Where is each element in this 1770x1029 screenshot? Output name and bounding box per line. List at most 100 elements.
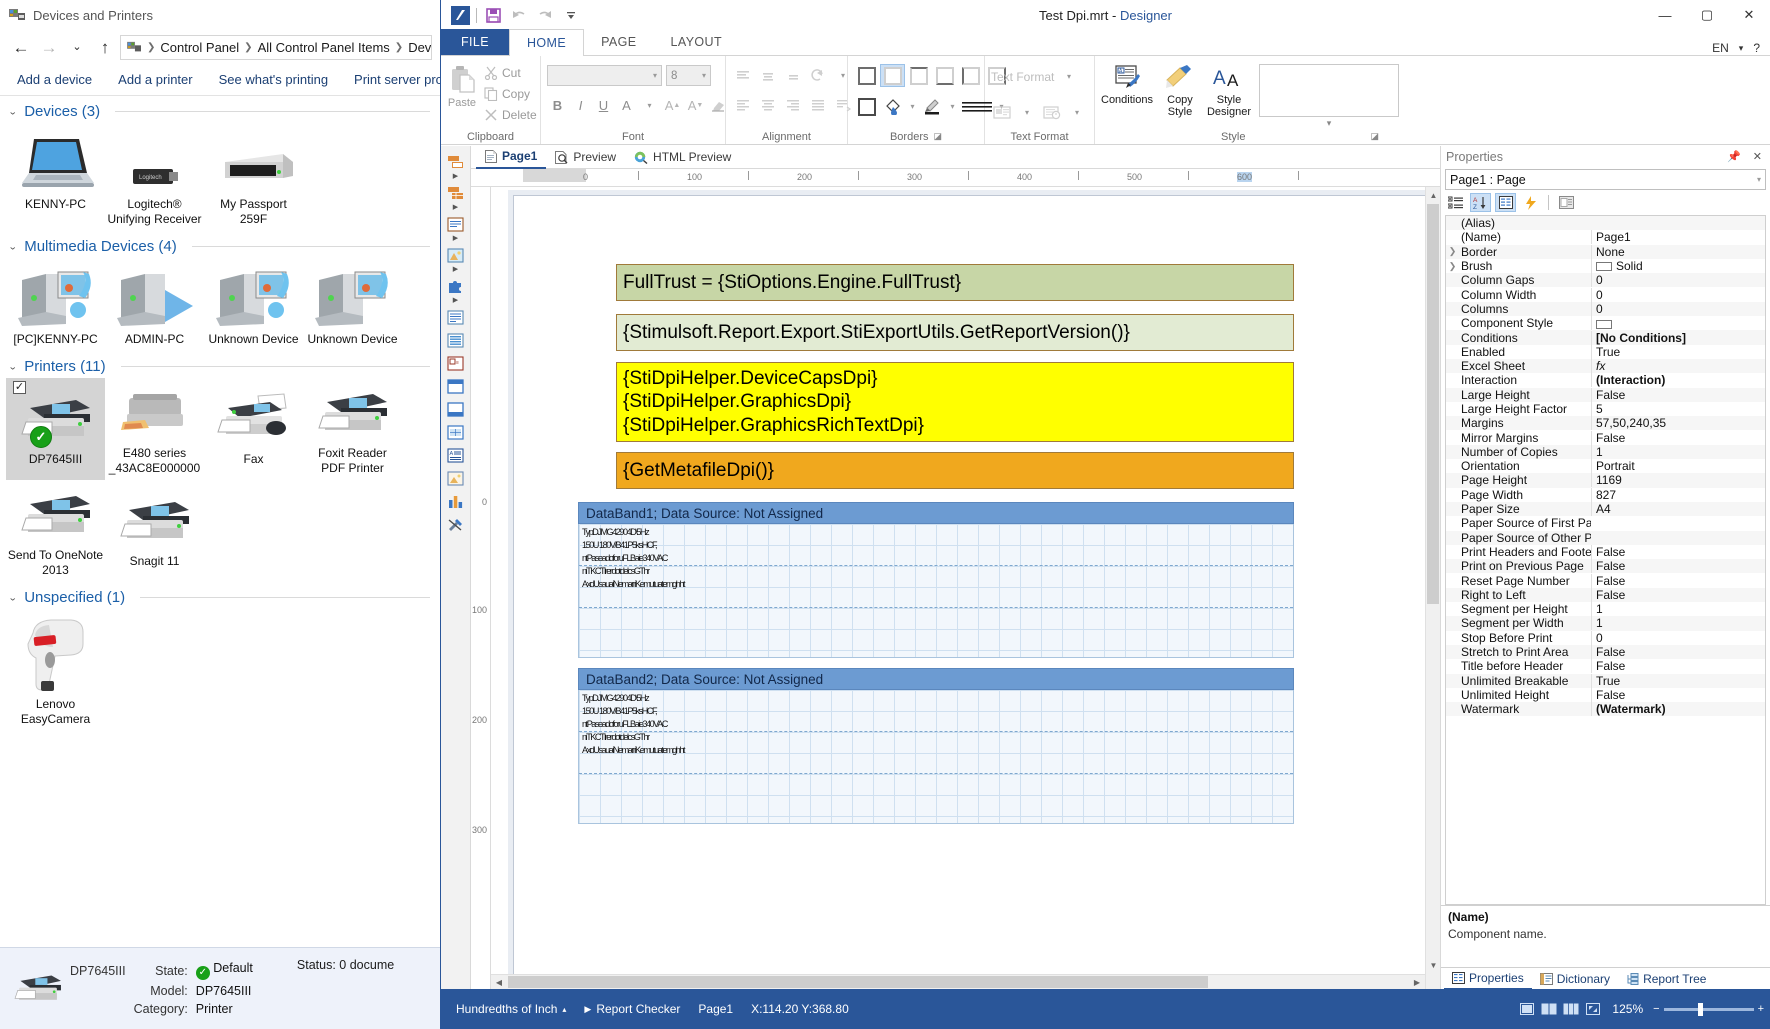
report-text-getmetafiledpi[interactable]: {GetMetafileDpi()} — [616, 452, 1294, 489]
expand-icon[interactable]: ❯ — [1446, 261, 1459, 272]
border-preset-left[interactable] — [958, 64, 983, 87]
report-text-fulltrust[interactable]: FullTrust = {StiOptions.Engine.FullTrust… — [616, 264, 1294, 301]
scroll-right-arrow[interactable]: ▶ — [1409, 975, 1425, 989]
tab-layout[interactable]: LAYOUT — [654, 29, 740, 55]
property-value[interactable]: (Interaction) — [1591, 373, 1765, 388]
tab-dictionary[interactable]: Dictionary — [1532, 968, 1618, 990]
copy-style-button[interactable]: Copy Style — [1161, 61, 1199, 118]
property-row[interactable]: Paper Source of Other Pag — [1446, 530, 1765, 545]
report-page-sheet[interactable]: FullTrust = {StiOptions.Engine.FullTrust… — [513, 195, 1428, 989]
tab-page1[interactable]: Page1 — [476, 146, 547, 169]
maximize-button[interactable]: ▢ — [1686, 0, 1728, 30]
property-row[interactable]: Interaction (Interaction) — [1446, 373, 1765, 388]
databand2-body[interactable]: TypDJMG42904D\5Hz 150U 180V/B41P5ksHCF, … — [578, 690, 1294, 824]
property-value[interactable]: False — [1591, 544, 1765, 559]
property-row[interactable]: Page Height 1169 — [1446, 473, 1765, 488]
border-preset-all[interactable] — [854, 64, 879, 87]
property-row[interactable]: Unlimited Breakable True — [1446, 673, 1765, 688]
align-top-button[interactable] — [732, 65, 754, 86]
image-component-tool-icon[interactable] — [444, 244, 468, 266]
property-value[interactable]: 827 — [1591, 487, 1765, 502]
report-text-dpihelper[interactable]: {StiDpiHelper.DeviceCapsDpi} {StiDpiHelp… — [616, 362, 1294, 442]
zoom-slider[interactable] — [1663, 1002, 1754, 1016]
property-row[interactable]: Orientation Portrait — [1446, 459, 1765, 474]
property-row[interactable]: (Alias) — [1446, 216, 1765, 231]
border-preset-none[interactable] — [880, 64, 905, 87]
device-tile-my-passport[interactable]: My Passport 259F — [204, 123, 303, 231]
property-row[interactable]: Page Width 827 — [1446, 487, 1765, 502]
property-value[interactable]: None — [1591, 244, 1765, 259]
font-name-combo[interactable]: ▾ — [547, 65, 662, 86]
scroll-thumb[interactable] — [1427, 204, 1439, 604]
tab-properties[interactable]: Properties — [1444, 968, 1532, 990]
printer-tile-foxit[interactable]: Foxit Reader PDF Printer — [303, 378, 402, 480]
border-color-dropdown[interactable]: ▾ — [946, 95, 959, 118]
property-row[interactable]: Column Width 0 — [1446, 287, 1765, 302]
scroll-thumb[interactable] — [508, 976, 1208, 988]
view-normal-icon[interactable] — [1518, 1001, 1536, 1017]
copy-button[interactable]: Copy — [481, 83, 540, 104]
device-tile-unknown-1[interactable]: Unknown Device — [204, 258, 303, 351]
up-button[interactable]: ↑ — [92, 34, 118, 60]
table-tool-icon[interactable] — [444, 421, 468, 443]
property-value[interactable]: True — [1591, 344, 1765, 359]
printer-tile-snagit[interactable]: Snagit 11 — [105, 480, 204, 582]
printer-tile-fax[interactable]: Fax — [204, 378, 303, 480]
scroll-up-arrow[interactable]: ▲ — [1426, 187, 1440, 203]
databand2-header[interactable]: DataBand2; Data Source: Not Assigned — [578, 668, 1294, 690]
expand-icon[interactable]: ❯ — [1446, 246, 1459, 257]
alphabetical-icon[interactable]: A Z — [1470, 193, 1491, 212]
tab-page[interactable]: PAGE — [584, 29, 653, 55]
scroll-left-arrow[interactable]: ◀ — [491, 975, 507, 989]
zoom-out-button[interactable]: − — [1653, 1003, 1659, 1015]
property-row[interactable]: Stretch to Print Area False — [1446, 644, 1765, 660]
chevron-down-icon[interactable]: ⌄ — [8, 241, 17, 252]
border-preset-outline[interactable] — [854, 95, 879, 118]
device-tile-unknown-2[interactable]: Unknown Device — [303, 258, 402, 351]
dialog-launcher-icon[interactable]: ◪ — [1370, 131, 1379, 142]
property-value[interactable]: 1 — [1591, 444, 1765, 459]
forward-button[interactable]: → — [36, 34, 62, 60]
align-bottom-button[interactable] — [782, 65, 804, 86]
cut-button[interactable]: Cut — [481, 62, 540, 83]
rtf-tool-icon[interactable]: A — [444, 444, 468, 466]
property-value[interactable]: 1169 — [1591, 473, 1765, 488]
delete-button[interactable]: Delete — [481, 104, 540, 125]
property-row[interactable]: Margins 57,50,240,35 — [1446, 416, 1765, 431]
plugins-expand-icon[interactable]: ▶ — [453, 297, 458, 305]
fill-color-dropdown[interactable]: ▾ — [906, 95, 919, 118]
cross-bands-expand-icon[interactable]: ▶ — [453, 204, 458, 212]
printer-tile-dp7645iii[interactable]: ✓ ✓ DP7645III — [6, 378, 105, 480]
panel-tool-icon[interactable] — [444, 375, 468, 397]
property-row[interactable]: Segment per Height 1 — [1446, 602, 1765, 617]
tab-preview[interactable]: Preview — [546, 146, 625, 169]
tab-report-tree[interactable]: Report Tree — [1618, 968, 1714, 990]
subreport-tool-icon[interactable] — [444, 329, 468, 351]
property-value[interactable]: fx — [1591, 359, 1765, 374]
property-row[interactable]: Watermark (Watermark) — [1446, 702, 1765, 717]
group-header-devices[interactable]: ⌄ Devices (3) — [0, 96, 440, 123]
property-row[interactable]: Reset Page Number False — [1446, 573, 1765, 588]
units-dropdown-icon[interactable]: ▴ — [562, 1005, 566, 1014]
property-value[interactable]: Page1 — [1591, 230, 1765, 245]
property-value[interactable]: False — [1591, 573, 1765, 588]
report-text-reportversion[interactable]: {Stimulsoft.Report.Export.StiExportUtils… — [616, 314, 1294, 351]
property-value[interactable]: 57,50,240,35 — [1591, 416, 1765, 431]
properties-object-selector[interactable]: Page1 : Page ▾ — [1445, 169, 1766, 190]
property-row[interactable]: (Name) Page1 — [1446, 230, 1765, 245]
property-value[interactable]: (Watermark) — [1591, 702, 1765, 717]
undo-icon[interactable] — [509, 5, 529, 25]
canvas-vertical-scrollbar[interactable]: ▲ ▼ — [1425, 187, 1440, 989]
property-row[interactable]: Segment per Width 1 — [1446, 616, 1765, 631]
chevron-down-icon[interactable]: ⌄ — [8, 361, 17, 372]
chevron-down-icon[interactable]: ▾ — [1757, 175, 1761, 184]
property-value[interactable]: False — [1591, 687, 1765, 702]
canvas-horizontal-scrollbar[interactable]: ◀ ▶ — [491, 974, 1425, 989]
font-color-dropdown[interactable]: ▾ — [639, 95, 660, 116]
property-row[interactable]: Unlimited Height False — [1446, 687, 1765, 702]
checkbox[interactable]: ✓ — [13, 381, 26, 394]
font-color-button[interactable]: A — [616, 95, 637, 116]
scroll-down-arrow[interactable]: ▼ — [1426, 957, 1440, 973]
breadcrumb-item-1[interactable]: All Control Panel Items — [258, 40, 390, 55]
property-row[interactable]: Excel Sheet fx — [1446, 358, 1765, 374]
